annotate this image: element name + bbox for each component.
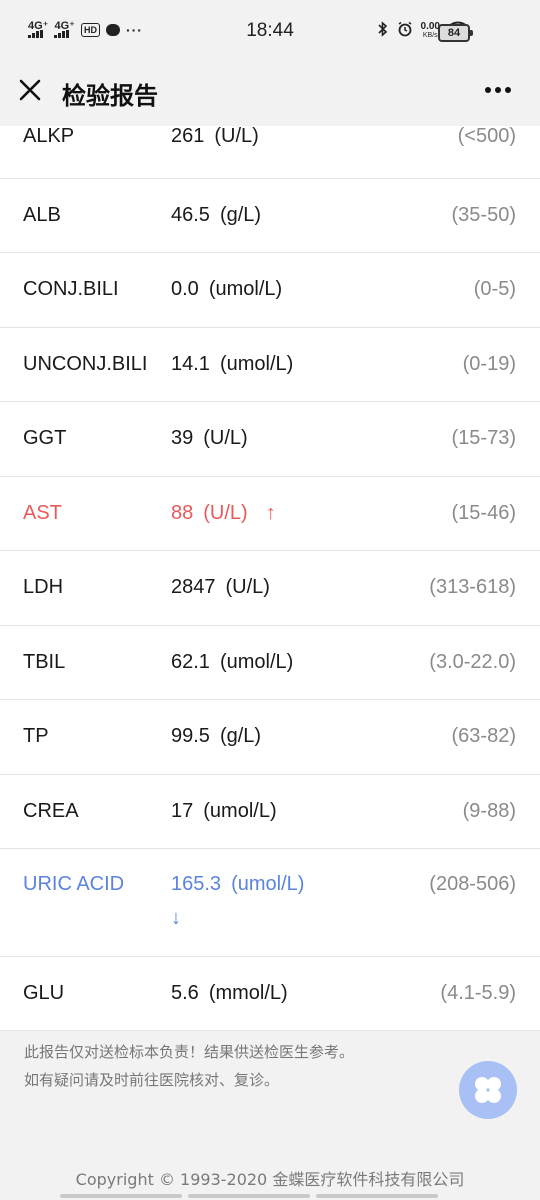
test-value: 88 (171, 501, 194, 524)
test-unit: (U/L) (214, 125, 259, 147)
test-value-group: 88 (U/L) ↑ (171, 502, 276, 525)
test-unit: (umol/L) (208, 278, 283, 300)
result-row: GLU 5.6 (mmol/L) (4.1-5.9) (0, 957, 540, 1031)
test-value: 261 (171, 125, 205, 147)
test-name: ALKP (23, 125, 75, 147)
test-value: 62.1 (171, 650, 210, 673)
reference-range: (4.1-5.9) (440, 981, 516, 1004)
test-value-group: 17 (umol/L) (171, 800, 277, 823)
test-name: GLU (23, 981, 65, 1004)
test-value: 14.1 (171, 352, 210, 375)
reference-range: (63-82) (451, 725, 516, 747)
test-value-group: 99.5 (g/L) (171, 725, 261, 748)
close-button[interactable] (14, 74, 46, 106)
test-value-group: 14.1 (umol/L) (171, 353, 293, 376)
alarm-icon (397, 21, 413, 40)
test-value-group: 39 (U/L) (171, 427, 248, 450)
test-unit: (g/L) (219, 725, 262, 747)
test-name: ALB (23, 203, 61, 226)
test-value: 99.5 (171, 725, 210, 747)
gesture-bar (60, 1194, 438, 1198)
test-unit: (umol/L) (219, 650, 294, 673)
close-icon (19, 79, 41, 101)
result-row: ALKP 261 (U/L) (<500) (0, 125, 540, 179)
reference-range: (<500) (457, 125, 516, 147)
test-unit: (U/L) (203, 427, 248, 449)
reference-range: (313-618) (429, 576, 516, 598)
reference-range: (15-73) (451, 427, 516, 449)
floating-menu-button[interactable] (459, 1061, 517, 1119)
test-value: 39 (171, 427, 194, 449)
result-row: URIC ACID 165.3 (umol/L) ↓ (208-506) (0, 849, 540, 957)
test-value: 17 (171, 799, 194, 822)
result-row: CREA 17 (umol/L) (9-88) (0, 775, 540, 849)
reference-range: (3.0-22.0) (429, 650, 516, 673)
test-value-group: 165.3 (umol/L) (171, 873, 304, 896)
test-value: 165.3 (171, 873, 222, 895)
test-value-group: 5.6 (mmol/L) (171, 982, 288, 1005)
test-name: UNCONJ.BILI (23, 352, 148, 375)
test-value: 46.5 (171, 203, 210, 226)
result-row: AST 88 (U/L) ↑ (15-46) (0, 477, 540, 551)
result-row: TP 99.5 (g/L) (63-82) (0, 700, 540, 775)
test-value-group: 0.0 (umol/L) (171, 278, 282, 301)
result-row: CONJ.BILI 0.0 (umol/L) (0-5) (0, 253, 540, 328)
battery-icon: 84 (438, 24, 473, 42)
bluetooth-icon (377, 21, 389, 40)
test-name: TP (23, 725, 49, 747)
reference-range: (15-46) (451, 501, 516, 524)
app-header: 检验报告 (0, 62, 540, 126)
status-bar: 4G⁺ 4G⁺ HD ··· 18:44 0.00 KB/s 84 (0, 0, 540, 62)
battery-level: 84 (447, 27, 461, 39)
test-unit: (U/L) (225, 576, 270, 598)
test-unit: (umol/L) (203, 799, 277, 822)
test-value-group: 261 (U/L) (171, 125, 259, 148)
test-name: AST (23, 501, 62, 524)
clover-menu-icon (475, 1077, 501, 1103)
high-flag-icon: ↑ (265, 501, 276, 524)
test-value-group: 62.1 (umol/L) (171, 651, 293, 674)
disclaimer-line-2: 如有疑问请及时前往医院核对、复诊。 (24, 1071, 280, 1089)
test-unit: (umol/L) (219, 352, 294, 375)
result-row: UNCONJ.BILI 14.1 (umol/L) (0-19) (0, 328, 540, 402)
test-unit: (mmol/L) (208, 981, 288, 1004)
reference-range: (0-5) (473, 278, 516, 300)
disclaimer-line-1: 此报告仅对送检标本负责！结果供送检医生参考。 (24, 1043, 355, 1061)
more-options-button[interactable] (482, 76, 514, 104)
result-row: TBIL 62.1 (umol/L) (3.0-22.0) (0, 626, 540, 700)
test-value: 0.0 (171, 278, 199, 300)
test-name: CREA (23, 799, 79, 822)
test-name: GGT (23, 427, 67, 449)
test-unit: (U/L) (203, 501, 248, 524)
test-name: CONJ.BILI (23, 278, 119, 300)
result-row: GGT 39 (U/L) (15-73) (0, 402, 540, 477)
reference-range: (35-50) (451, 203, 516, 226)
test-name: LDH (23, 576, 64, 598)
more-icon (485, 87, 511, 93)
test-value-group: 46.5 (g/L) (171, 204, 261, 227)
test-value: 2847 (171, 576, 216, 598)
page-title: 检验报告 (62, 82, 158, 110)
test-value: 5.6 (171, 981, 199, 1004)
reference-range: (208-506) (429, 873, 516, 895)
test-unit: (umol/L) (231, 873, 305, 895)
low-flag-icon: ↓ (171, 907, 181, 929)
reference-range: (0-19) (462, 352, 516, 375)
test-value-group: 2847 (U/L) (171, 576, 270, 599)
result-row: LDH 2847 (U/L) (313-618) (0, 551, 540, 626)
result-row: ALB 46.5 (g/L) (35-50) (0, 179, 540, 253)
copyright-text: Copyright © 1993-2020 金蝶医疗软件科技有限公司 (75, 1170, 465, 1189)
test-unit: (g/L) (219, 203, 262, 226)
reference-range: (9-88) (462, 799, 516, 822)
disclaimer-note: 此报告仅对送检标本负责！结果供送检医生参考。 如有疑问请及时前往医院核对、复诊。 (24, 1038, 354, 1094)
test-name: URIC ACID (23, 873, 125, 895)
results-list: ALKP 261 (U/L) (<500) ALB 46.5 (g/L) (35-50) CON… (0, 125, 540, 1031)
test-name: TBIL (23, 650, 66, 673)
